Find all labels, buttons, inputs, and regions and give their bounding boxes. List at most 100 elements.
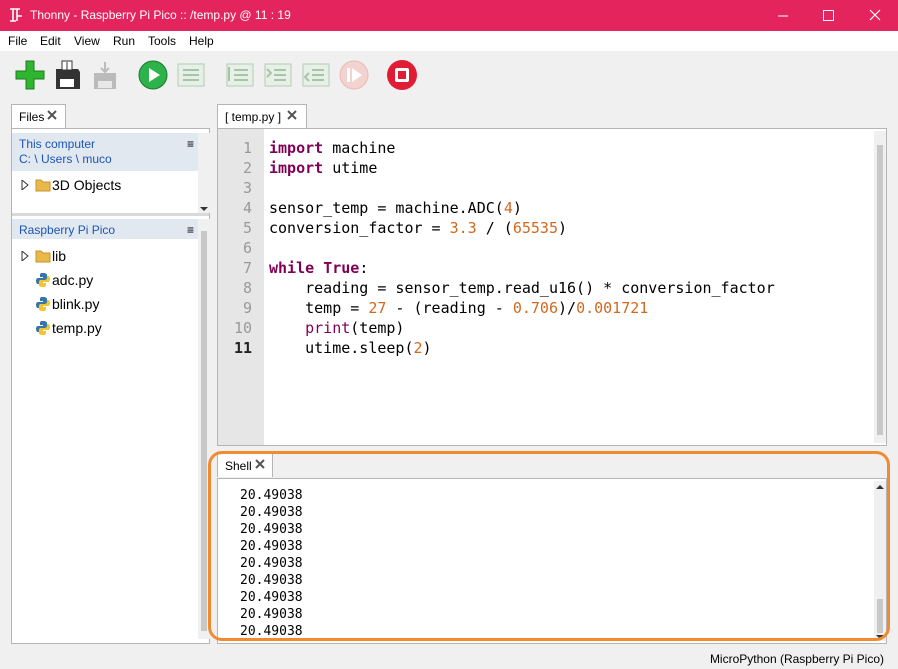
maximize-icon	[823, 10, 834, 21]
load-icon	[94, 62, 116, 89]
line-number: 1	[242, 139, 252, 157]
maximize-button[interactable]	[806, 0, 852, 31]
close-tab-icon[interactable]	[286, 109, 298, 121]
line-number: 9	[242, 299, 252, 317]
menu-view[interactable]: View	[74, 34, 100, 48]
new-file-button[interactable]	[14, 59, 46, 91]
expand-icon[interactable]	[21, 180, 29, 190]
expand-icon[interactable]	[21, 251, 29, 261]
code-line: conversion_factor = 3.3 / (65535)	[269, 219, 568, 237]
step-over-button[interactable]	[224, 59, 256, 91]
python-file-icon	[36, 297, 50, 311]
menu-file[interactable]: File	[8, 34, 27, 48]
code-line: temp = 27 - (reading - 0.706)/0.001721	[269, 299, 649, 317]
line-number: 4	[242, 199, 252, 217]
thonny-icon	[10, 8, 22, 22]
code-editor[interactable]: 1 2 3 4 5 6 7 8 9 10 11 import machine i…	[217, 128, 887, 446]
debug-icon	[177, 63, 205, 87]
pico-header: Raspberry Pi Pico ≡	[12, 219, 198, 239]
minimize-icon	[778, 15, 788, 17]
files-scrollbar-bottom[interactable]	[198, 219, 210, 639]
save-button[interactable]	[52, 59, 84, 91]
tab-temp-py[interactable]: [ temp.py ]	[217, 104, 307, 128]
step-over-icon	[226, 63, 254, 87]
new-file-icon	[15, 60, 45, 90]
editor-scrollbar[interactable]	[874, 131, 886, 443]
shell-output-line: 20.49038	[240, 556, 303, 571]
menu-edit[interactable]: Edit	[40, 34, 61, 48]
menu-bar: File Edit View Run Tools Help	[0, 31, 898, 51]
minimize-button[interactable]	[760, 0, 806, 31]
shell-scrollbar[interactable]	[874, 481, 886, 641]
pico-title: Raspberry Pi Pico	[19, 223, 116, 237]
tab-files[interactable]: Files	[11, 104, 66, 128]
line-number: 5	[242, 219, 252, 237]
file-item-label: temp.py	[52, 320, 102, 336]
code-line-current: utime.sleep(2)	[269, 339, 432, 357]
debug-button[interactable]	[175, 59, 207, 91]
close-button[interactable]	[852, 0, 898, 31]
files-scrollbar-top[interactable]	[198, 133, 210, 213]
load-button[interactable]	[90, 59, 122, 91]
shell-output-line: 20.49038	[240, 522, 303, 537]
line-number: 10	[233, 319, 252, 337]
stop-button[interactable]	[386, 59, 418, 91]
resume-button[interactable]	[338, 59, 370, 91]
panel-divider[interactable]	[12, 213, 209, 216]
file-item-label: 3D Objects	[52, 177, 122, 193]
scroll-arrows-icon	[876, 485, 884, 639]
title-bar: Thonny - Raspberry Pi Pico :: /temp.py @…	[0, 0, 898, 31]
code-line: import machine	[269, 139, 396, 157]
python-file-icon	[36, 321, 50, 335]
file-item-label: lib	[52, 248, 67, 264]
code-line: reading = sensor_temp.read_u16() * conve…	[269, 279, 775, 297]
tab-shell[interactable]: Shell	[217, 453, 273, 477]
line-number-current: 11	[233, 339, 252, 357]
line-number: 6	[242, 239, 252, 257]
pico-menu-icon[interactable]: ≡	[187, 223, 194, 237]
files-panel: This computer C: \ Users \ muco ≡ 3D Obj…	[11, 128, 210, 644]
menu-tools[interactable]: Tools	[148, 34, 176, 48]
step-out-button[interactable]	[300, 59, 332, 91]
line-number: 3	[242, 179, 252, 197]
shell-output-line: 20.49038	[240, 539, 303, 554]
line-number: 2	[242, 159, 252, 177]
code-line: while True:	[269, 259, 369, 277]
folder-icon	[35, 250, 51, 263]
scroll-arrows-icon	[200, 207, 208, 211]
file-item-label: adc.py	[52, 272, 94, 288]
scrollbar-thumb[interactable]	[201, 231, 207, 631]
save-icon	[56, 60, 80, 89]
shell-output-line: 20.49038	[240, 505, 303, 520]
status-bar: MicroPython (Raspberry Pi Pico)	[0, 648, 898, 669]
interpreter-status[interactable]: MicroPython (Raspberry Pi Pico)	[710, 652, 884, 666]
this-computer-header: This computer C: \ Users \ muco ≡	[12, 133, 198, 171]
line-number: 7	[242, 259, 252, 277]
menu-run[interactable]: Run	[113, 34, 135, 48]
step-out-icon	[302, 63, 330, 87]
shell-output-line: 20.49038	[240, 488, 303, 503]
shell-tab-label: Shell	[225, 459, 252, 473]
this-computer-title: This computer	[19, 137, 96, 151]
run-button[interactable]	[137, 59, 169, 91]
python-file-icon	[36, 273, 50, 287]
tab-files-label: Files	[19, 110, 45, 124]
step-into-button[interactable]	[262, 59, 294, 91]
shell-panel[interactable]: 20.49038 20.49038 20.49038 20.49038 20.4…	[217, 478, 887, 644]
line-number: 8	[242, 279, 252, 297]
shell-output-line: 20.49038	[240, 624, 303, 639]
close-icon	[869, 9, 881, 21]
close-tab-icon[interactable]	[46, 109, 58, 121]
step-into-icon	[264, 63, 292, 87]
editor-tab-label: [ temp.py ]	[225, 110, 282, 124]
file-item-label: blink.py	[52, 296, 100, 312]
window-title: Thonny - Raspberry Pi Pico :: /temp.py @…	[30, 8, 291, 22]
menu-help[interactable]: Help	[189, 34, 214, 48]
this-computer-path[interactable]: C: \ Users \ muco	[19, 152, 112, 166]
scrollbar-thumb[interactable]	[877, 145, 883, 435]
close-tab-icon[interactable]	[254, 458, 266, 470]
shell-output-line: 20.49038	[240, 607, 303, 622]
stop-icon	[387, 60, 417, 90]
this-computer-menu-icon[interactable]: ≡	[187, 137, 194, 151]
code-line: import utime	[269, 159, 378, 177]
